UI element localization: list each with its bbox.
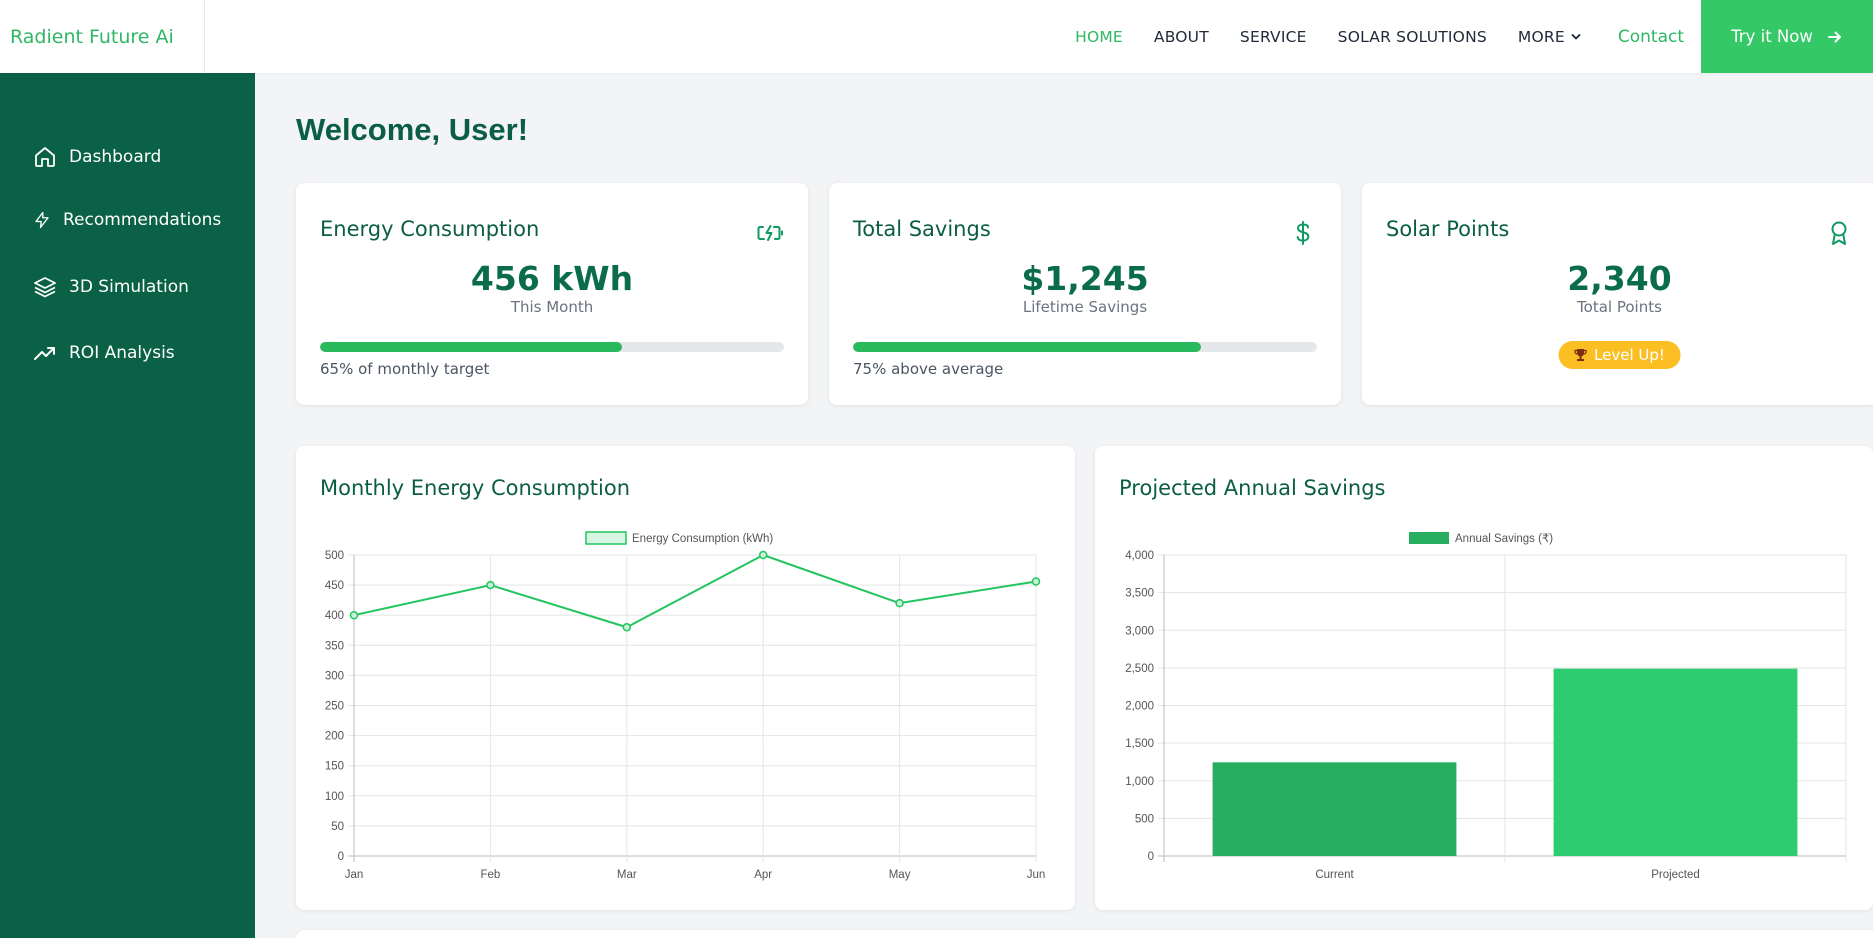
- energy-consumption-card: Energy Consumption 456 kWh This Month 65…: [296, 183, 808, 405]
- data-point: [758, 550, 768, 560]
- award-icon: [1831, 221, 1847, 245]
- sidebar-item-label: Recommendations: [63, 210, 222, 230]
- card-title: Solar Points: [1386, 217, 1510, 241]
- legend-swatch: [1409, 532, 1449, 544]
- y-tick-label: 500: [1135, 813, 1154, 825]
- sidebar-item-3d-simulation[interactable]: 3D Simulation: [33, 275, 189, 299]
- sidebar-item-roi-analysis[interactable]: ROI Analysis: [33, 341, 175, 365]
- y-tick-label: 200: [325, 731, 344, 743]
- monthly-energy-chart-card: Monthly Energy Consumption Energy Consum…: [296, 446, 1075, 910]
- solar-points-card: Solar Points 2,340 Total Points Level Up…: [1362, 183, 1873, 405]
- y-tick-label: 2,000: [1125, 701, 1154, 713]
- card-title: Total Savings: [853, 217, 991, 241]
- points-sub-label: Total Points: [1577, 298, 1662, 316]
- sidebar-item-label: Dashboard: [69, 147, 162, 167]
- sidebar-item-label: 3D Simulation: [69, 277, 189, 297]
- legend-swatch: [585, 531, 627, 545]
- x-tick-label: Current: [1315, 869, 1354, 881]
- y-tick-label: 0: [1148, 851, 1154, 863]
- trending-up-icon: [34, 347, 55, 360]
- bar: [1553, 668, 1798, 856]
- bolt-icon: [35, 211, 49, 229]
- savings-value: $1,245: [1021, 259, 1149, 298]
- data-point: [486, 580, 495, 590]
- nav-service[interactable]: SERVICE: [1240, 28, 1307, 46]
- arrow-right-icon: [1827, 31, 1841, 42]
- y-tick-label: 100: [325, 791, 344, 803]
- y-tick-label: 3,000: [1125, 625, 1154, 637]
- x-tick-label: Projected: [1651, 869, 1700, 881]
- series-line: [353, 553, 1037, 629]
- y-tick-label: 4,000: [1125, 550, 1154, 562]
- dollar-icon: [1296, 221, 1310, 245]
- energy-progress-note: 65% of monthly target: [320, 360, 490, 378]
- top-navbar: Radient Future Ai HOME ABOUT SERVICE SOL…: [0, 0, 1873, 73]
- try-it-now-button[interactable]: Try it Now: [1701, 0, 1873, 73]
- sidebar-item-dashboard[interactable]: Dashboard: [33, 145, 161, 169]
- progress-fill: [320, 342, 622, 352]
- total-savings-card: Total Savings $1,245 Lifetime Savings 75…: [829, 183, 1341, 405]
- data-point: [622, 622, 632, 632]
- points-value: 2,340: [1567, 259, 1672, 298]
- sidebar-item-label: ROI Analysis: [69, 343, 175, 363]
- battery-charging-icon: [757, 225, 783, 241]
- x-tick-label: Jan: [345, 869, 364, 881]
- try-it-now-label: Try it Now: [1731, 27, 1813, 46]
- bar-chart: Annual Savings (₹) 0 500 1,000 1,500 2,000 2,5…: [1125, 532, 1847, 881]
- y-tick-label: 3,500: [1125, 588, 1154, 600]
- sidebar-item-recommendations[interactable]: Recommendations: [33, 210, 221, 230]
- contact-link[interactable]: Contact: [1618, 27, 1684, 47]
- data-point: [895, 598, 904, 608]
- x-tick-label: Mar: [617, 869, 637, 881]
- y-tick-label: 500: [325, 550, 344, 562]
- nav-more-label: MORE: [1517, 27, 1565, 46]
- bottom-card: [296, 930, 1873, 938]
- y-tick-label: 2,500: [1125, 663, 1154, 675]
- bar: [1212, 762, 1457, 856]
- annual-savings-chart-card: Projected Annual Savings Annual Savings …: [1095, 446, 1873, 910]
- legend-label: Annual Savings (₹): [1455, 533, 1553, 545]
- brand-logo[interactable]: Radient Future Ai: [0, 0, 205, 73]
- energy-value: 456 kWh: [470, 259, 634, 298]
- home-icon: [35, 147, 55, 167]
- y-tick-label: 50: [331, 821, 344, 833]
- energy-progress-bar: [320, 342, 784, 352]
- line-chart: Energy Consumption (kWh) 0 50 100 150 200 250 3…: [325, 531, 1046, 881]
- y-tick-label: 450: [325, 580, 344, 592]
- y-tick-label: 250: [325, 701, 344, 713]
- nav-about[interactable]: ABOUT: [1154, 28, 1209, 46]
- x-tick-label: May: [889, 869, 911, 881]
- sidebar: Dashboard Recommendations 3D Simulation …: [0, 73, 255, 938]
- nav-more-dropdown[interactable]: MORE: [1518, 28, 1581, 46]
- savings-progress-bar: [853, 342, 1317, 352]
- page-title: Welcome, User!: [296, 112, 529, 147]
- y-tick-label: 1,500: [1125, 738, 1154, 750]
- x-tick-label: Jun: [1027, 869, 1046, 881]
- energy-sub-label: This Month: [510, 298, 594, 316]
- x-tick-label: Feb: [480, 869, 500, 881]
- y-tick-label: 1,000: [1125, 776, 1154, 788]
- chevron-down-icon: [1571, 33, 1581, 39]
- progress-fill: [853, 342, 1201, 352]
- badge-label: Level Up!: [1594, 346, 1665, 364]
- savings-sub-label: Lifetime Savings: [1022, 298, 1148, 316]
- y-tick-label: 350: [325, 640, 344, 652]
- data-point: [1031, 577, 1041, 586]
- savings-progress-note: 75% above average: [853, 360, 1004, 378]
- card-title: Energy Consumption: [320, 217, 540, 241]
- y-tick-label: 400: [325, 610, 344, 622]
- legend-label: Energy Consumption (kWh): [632, 533, 773, 545]
- nav-links: HOME ABOUT SERVICE SOLAR SOLUTIONS MORE …: [1075, 0, 1873, 73]
- y-tick-label: 300: [325, 670, 344, 682]
- y-tick-label: 0: [338, 851, 344, 863]
- data-point: [349, 610, 359, 620]
- level-up-badge[interactable]: Level Up!: [1558, 341, 1681, 369]
- nav-solar-solutions[interactable]: SOLAR SOLUTIONS: [1338, 28, 1487, 46]
- nav-home[interactable]: HOME: [1075, 28, 1123, 46]
- x-tick-label: Apr: [754, 869, 772, 881]
- trophy-icon: [1573, 349, 1587, 361]
- layers-icon: [34, 277, 56, 298]
- y-tick-label: 150: [325, 761, 344, 773]
